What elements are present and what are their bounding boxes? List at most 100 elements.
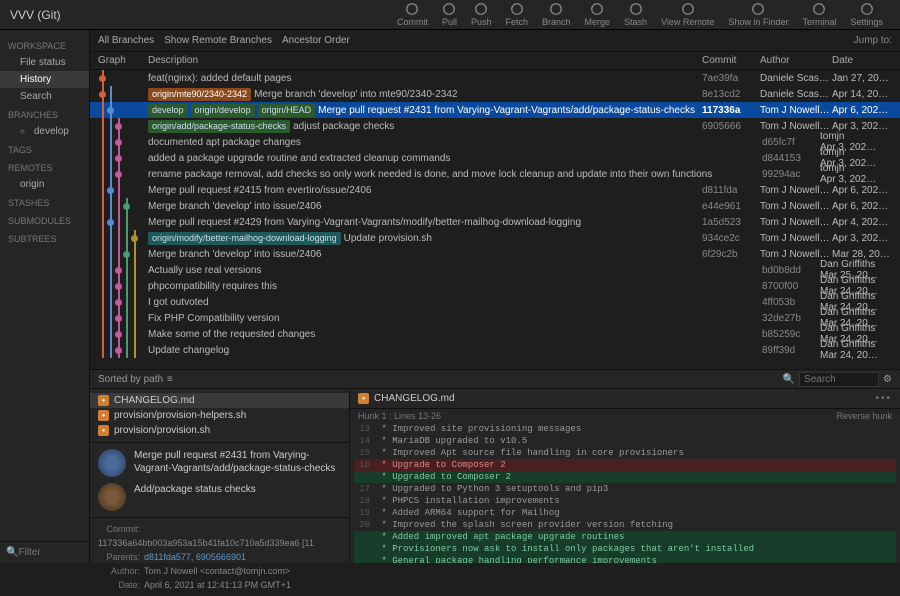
branch-tag[interactable]: origin/mte90/2340-2342 [148, 88, 251, 101]
commit-row[interactable]: origin/modify/better-mailhog-download-lo… [90, 230, 900, 246]
col-date[interactable]: Date [832, 55, 892, 66]
branch-button[interactable]: Branch [542, 2, 571, 27]
commit-list[interactable]: feat(nginx): added default pages7ae39faD… [90, 70, 900, 369]
sidebar-branch-develop[interactable]: develop [0, 123, 89, 140]
diff-line[interactable]: 17 * Upgraded to Python 3 setuptools and… [354, 483, 896, 495]
commit-row[interactable]: phpcompatibility requires this8700f00Dan… [90, 278, 900, 294]
commit-row[interactable]: Fix PHP Compatibility version32de27bDan … [90, 310, 900, 326]
commit-row[interactable]: Merge pull request #2429 from Varying-Va… [90, 214, 900, 230]
col-graph[interactable]: Graph [98, 55, 148, 66]
branch-tag[interactable]: origin/add/package-status-checks [148, 120, 290, 133]
commit-row[interactable]: I got outvoted4ff053bDan Griffiths Mar 2… [90, 294, 900, 310]
diff-line[interactable]: 19 * Added ARM64 support for Mailhog [354, 507, 896, 519]
diff-body[interactable]: 13 * Improved site provisioning messages… [350, 423, 900, 563]
commit-sha: b85259c [762, 329, 820, 340]
parent-link[interactable]: d811fda577 [144, 552, 191, 562]
branches-header[interactable]: BRANCHES [0, 105, 89, 123]
commit-sha: 117336a [702, 105, 760, 116]
sort-menu-icon[interactable]: ≡ [167, 374, 173, 385]
ancestor-order-dropdown[interactable]: Ancestor Order [282, 35, 350, 46]
commit-row[interactable]: documented apt package changesd65fc7ftom… [90, 134, 900, 150]
col-author[interactable]: Author [760, 55, 832, 66]
show-finder-button[interactable]: Show in Finder [728, 2, 788, 27]
sort-label[interactable]: Sorted by path [98, 374, 163, 385]
branch-tag[interactable]: origin/HEAD [258, 104, 316, 117]
commit-row[interactable]: developorigin/developorigin/HEADMerge pu… [90, 102, 900, 118]
diff-line[interactable]: 20 * Improved the splash screen provider… [354, 519, 896, 531]
file-item[interactable]: •CHANGELOG.md [90, 393, 349, 408]
push-button[interactable]: Push [471, 2, 492, 27]
commit-description: Update changelog [148, 345, 762, 356]
commit-row[interactable]: Merge branch 'develop' into issue/2406e4… [90, 198, 900, 214]
commit-description: feat(nginx): added default pages [148, 73, 702, 84]
search-input[interactable] [799, 372, 879, 387]
diff-line[interactable]: 15 * Improved Apt source file handling i… [354, 447, 896, 459]
fetch-button[interactable]: Fetch [505, 2, 528, 27]
commit-row[interactable]: Update changelog89ff39dDan Griffiths Mar… [90, 342, 900, 358]
commit-author: Tom J Nowell <... [760, 105, 832, 116]
view-remote-button[interactable]: View Remote [661, 2, 714, 27]
diff-line[interactable]: * Provisioners now ask to install only p… [354, 543, 896, 555]
commit-row[interactable]: Merge branch 'develop' into issue/24066f… [90, 246, 900, 262]
sidebar-item-history[interactable]: History [0, 71, 89, 88]
branch-tag[interactable]: origin/modify/better-mailhog-download-lo… [148, 232, 341, 245]
commit-sha: 8700f00 [762, 281, 820, 292]
filter-input[interactable] [18, 547, 83, 558]
diff-options-icon[interactable]: ••• [875, 393, 892, 404]
commit-description: documented apt package changes [148, 137, 762, 148]
diff-line[interactable]: 14 * MariaDB upgraded to v10.5 [354, 435, 896, 447]
file-item[interactable]: •provision/provision.sh [90, 423, 349, 438]
commit-row[interactable]: feat(nginx): added default pages7ae39faD… [90, 70, 900, 86]
diff-line[interactable]: 16 * Upgrade to Composer 2 [354, 459, 896, 471]
terminal-button[interactable]: Terminal [802, 2, 836, 27]
diff-line[interactable]: * Upgraded to Composer 2 [354, 471, 896, 483]
settings-icon[interactable]: ⚙ [883, 374, 892, 385]
merge-button[interactable]: Merge [585, 2, 611, 27]
all-branches-dropdown[interactable]: All Branches [98, 35, 154, 46]
subtrees-header[interactable]: SUBTREES [0, 229, 89, 247]
commit-row[interactable]: Make some of the requested changesb85259… [90, 326, 900, 342]
submodules-header[interactable]: SUBMODULES [0, 211, 89, 229]
commit-message: Merge pull request #2431 from Varying-Va… [134, 449, 341, 475]
diff-line[interactable]: * General package handling performance i… [354, 555, 896, 563]
commit-sha: 7ae39fa [702, 73, 760, 84]
sidebar-remote-origin[interactable]: origin [0, 176, 89, 193]
commit-date: April 6, 2021 at 12:41:13 PM GMT+1 [144, 580, 291, 590]
file-item[interactable]: •provision/provision-helpers.sh [90, 408, 349, 423]
commit-sha: d844153 [762, 153, 820, 164]
show-remote-toggle[interactable]: Show Remote Branches [164, 35, 272, 46]
file-list[interactable]: •CHANGELOG.md•provision/provision-helper… [90, 389, 349, 442]
col-description[interactable]: Description [148, 55, 702, 66]
commit-date: Apr 3, 2021 at ... [832, 233, 892, 244]
stash-button[interactable]: Stash [624, 2, 647, 27]
tags-header[interactable]: TAGS [0, 140, 89, 158]
commit-row[interactable]: origin/add/package-status-checksadjust p… [90, 118, 900, 134]
filter-bar: 🔍 [0, 541, 89, 563]
commit-description: Merge branch 'develop' into issue/2406 [148, 249, 702, 260]
diff-line[interactable]: 18 * PHPCS installation improvements [354, 495, 896, 507]
commit-row[interactable]: Actually use real versionsbd0b8ddDan Gri… [90, 262, 900, 278]
commit-author: Tom J Nowell <... [760, 201, 832, 212]
jump-to-label[interactable]: Jump to: [854, 35, 892, 46]
reverse-hunk-button[interactable]: Reverse hunk [836, 411, 892, 421]
diff-line[interactable]: * Added improved apt package upgrade rou… [354, 531, 896, 543]
commit-row[interactable]: added a package upgrade routine and extr… [90, 150, 900, 166]
stashes-header[interactable]: STASHES [0, 193, 89, 211]
pull-button[interactable]: Pull [442, 2, 457, 27]
commit-row[interactable]: rename package removal, add checks so on… [90, 166, 900, 182]
branch-tag[interactable]: origin/develop [191, 104, 255, 117]
commit-row[interactable]: origin/mte90/2340-2342Merge branch 'deve… [90, 86, 900, 102]
parent-link[interactable]: 6905666901 [196, 552, 246, 562]
remotes-header[interactable]: REMOTES [0, 158, 89, 176]
file-modified-icon: • [98, 425, 109, 436]
commit-row[interactable]: Merge pull request #2415 from evertiro/i… [90, 182, 900, 198]
sidebar-item-file-status[interactable]: File status [0, 54, 89, 71]
sidebar-item-search[interactable]: Search [0, 88, 89, 105]
col-commit[interactable]: Commit [702, 55, 760, 66]
settings-button[interactable]: Settings [850, 2, 883, 27]
diff-line[interactable]: 13 * Improved site provisioning messages [354, 423, 896, 435]
branch-tag[interactable]: develop [148, 104, 188, 117]
commit-author: Tom J Nowell <... [760, 249, 832, 260]
commit-button[interactable]: Commit [397, 2, 428, 27]
commit-date: Mar 28, 2021 at... [832, 249, 892, 260]
